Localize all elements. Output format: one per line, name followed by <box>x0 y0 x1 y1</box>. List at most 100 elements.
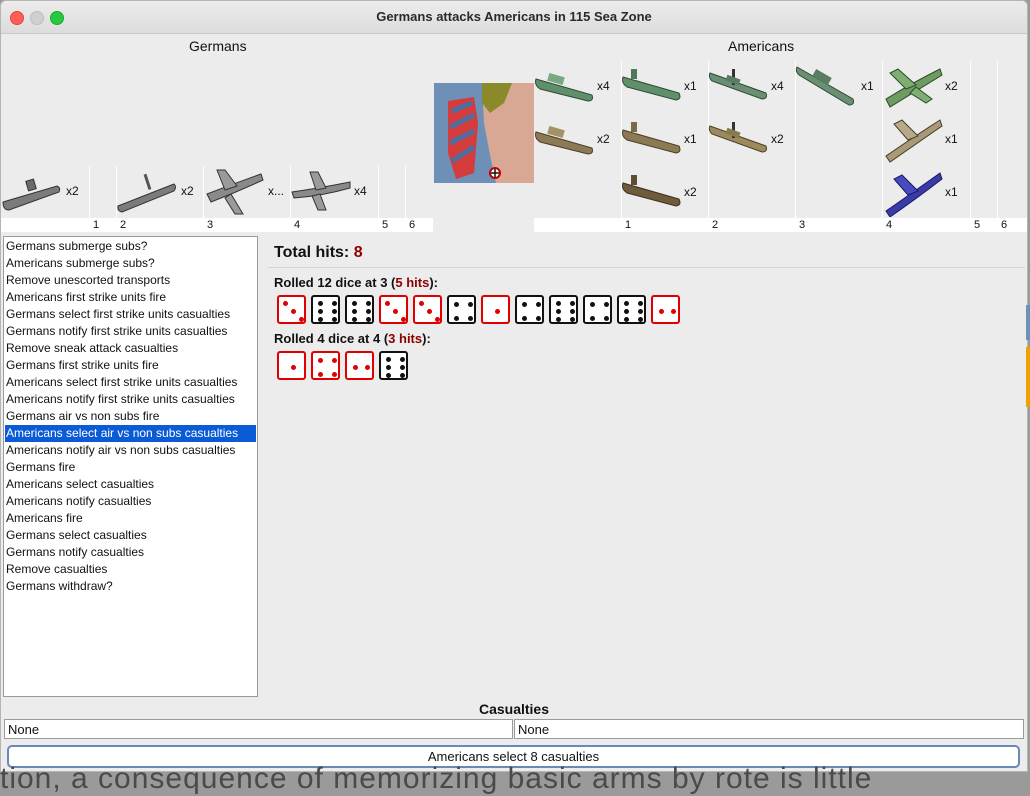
roll-summary: Rolled 4 dice at 4 (3 hits): <box>274 331 431 346</box>
defender-casualties: None <box>514 719 1024 739</box>
unit-count: x2 <box>945 79 958 93</box>
attacker-axis-label: 6 <box>409 219 416 231</box>
transport-ship-icon <box>535 72 593 102</box>
die-pip <box>399 372 405 378</box>
attacker-axis-label: 1 <box>93 219 100 231</box>
die-pip <box>392 308 398 314</box>
unit-count: x1 <box>945 132 958 146</box>
die-pip <box>603 301 609 307</box>
die-miss <box>583 295 612 324</box>
battle-step-item[interactable]: Germans withdraw? <box>6 578 113 595</box>
defender-unit-destroyer[interactable]: x2 <box>708 112 795 164</box>
battle-step-item[interactable]: Germans select casualties <box>6 527 147 544</box>
battle-step-item[interactable]: Remove unescorted transports <box>6 272 170 289</box>
attacker-unit-submarine[interactable]: x2 <box>1 164 89 216</box>
battle-step-item[interactable]: Americans first strike units fire <box>6 289 166 306</box>
die-pip <box>351 316 357 322</box>
fighter-plane-icon <box>885 172 943 218</box>
die-pip <box>384 300 390 306</box>
battle-step-item[interactable]: Americans submerge subs? <box>6 255 155 272</box>
destroyer-icon <box>708 69 767 100</box>
roll-suffix: ): <box>429 275 439 290</box>
defender-unit-battleship[interactable]: x1 <box>795 59 882 111</box>
defender-axis <box>534 218 1027 232</box>
attacker-unit-bomber[interactable]: x4 <box>290 164 378 216</box>
die-pip <box>426 308 432 314</box>
die-hit <box>311 351 340 380</box>
battle-step-item[interactable]: Germans fire <box>6 459 75 476</box>
unit-count: x1 <box>684 132 697 146</box>
die-pip <box>494 308 500 314</box>
die-pip <box>365 316 371 322</box>
die-pip <box>453 315 459 321</box>
axis-divider <box>970 61 971 232</box>
attacker-unit-fighter[interactable]: x... <box>203 164 290 216</box>
defender-unit-destroyer[interactable]: x4 <box>708 59 795 111</box>
battle-step-item[interactable]: Germans air vs non subs fire <box>6 408 159 425</box>
die-pip <box>569 308 575 314</box>
defender-unit-transport[interactable]: x2 <box>534 112 621 164</box>
total-hits-value: 8 <box>353 244 363 261</box>
battle-step-item[interactable]: Americans notify first strike units casu… <box>6 391 235 408</box>
battle-step-item[interactable]: Germans select first strike units casual… <box>6 306 230 323</box>
unit-count: x2 <box>181 184 194 198</box>
battle-step-item[interactable]: Germans notify first strike units casual… <box>6 323 227 340</box>
defender-unit-fighter[interactable]: x1 <box>882 112 970 164</box>
defender-unit-submarine[interactable]: x1 <box>621 59 708 111</box>
die-pip <box>637 316 643 322</box>
axis-divider <box>405 166 406 232</box>
defender-unit-submarine[interactable]: x1 <box>621 112 708 164</box>
battle-step-item[interactable]: Americans notify casualties <box>6 493 151 510</box>
die-hit <box>277 295 306 324</box>
die-pip <box>290 308 296 314</box>
die-miss <box>379 351 408 380</box>
die-pip <box>603 315 609 321</box>
battle-step-item[interactable]: Germans submerge subs? <box>6 238 147 255</box>
axis-divider <box>89 166 90 232</box>
defender-title: Americans <box>728 38 795 54</box>
battle-step-item[interactable]: Americans select casualties <box>6 476 154 493</box>
battle-step-item[interactable]: Americans notify air vs non subs casualt… <box>6 442 235 459</box>
die-pip <box>589 301 595 307</box>
die-hit <box>651 295 680 324</box>
total-hits-label: Total hits: <box>274 244 350 261</box>
die-pip <box>385 356 391 362</box>
battle-step-list[interactable]: Germans submerge subs? Americans submerge… <box>3 236 258 697</box>
die-pip <box>637 300 643 306</box>
die-pip <box>351 308 357 314</box>
die-pip <box>535 315 541 321</box>
die-pip <box>290 364 296 370</box>
casualties-title: Casualties <box>478 701 550 717</box>
die-pip <box>317 308 323 314</box>
defender-unit-transport[interactable]: x4 <box>534 59 621 111</box>
die-hit <box>345 351 374 380</box>
attacker-unit-submarine[interactable]: x2 <box>116 164 203 216</box>
defender-axis-label: 6 <box>1001 219 1008 231</box>
die-pip <box>351 300 357 306</box>
transport-ship-icon <box>535 125 593 155</box>
die-pip <box>434 316 440 322</box>
battle-step-item[interactable]: Germans notify casualties <box>6 544 144 561</box>
battle-step-item[interactable]: Americans select first strike units casu… <box>6 374 237 391</box>
bomber-plane-icon <box>291 171 351 211</box>
battle-step-item[interactable]: Germans first strike units fire <box>6 357 159 374</box>
unit-count: x... <box>268 184 285 198</box>
die-pip <box>317 316 323 322</box>
die-pip <box>637 308 643 314</box>
die-pip <box>555 300 561 306</box>
battle-step-item[interactable]: Americans select air vs non subs casualt… <box>5 425 256 442</box>
defender-unit-fighter[interactable]: x1 <box>882 165 970 218</box>
battle-step-item[interactable]: Remove sneak attack casualties <box>6 340 178 357</box>
unit-count: x1 <box>861 79 874 93</box>
defender-unit-fighter[interactable]: x2 <box>882 59 970 111</box>
battle-step-item[interactable]: Remove casualties <box>6 561 107 578</box>
fighter-plane-icon <box>885 119 943 163</box>
die-pip <box>535 301 541 307</box>
defender-unit-submarine[interactable]: x2 <box>621 165 708 217</box>
die-miss <box>617 295 646 324</box>
submarine-icon <box>622 175 681 207</box>
defender-axis-label: 2 <box>712 219 719 231</box>
defender-axis-label: 4 <box>886 219 893 231</box>
total-hits: Total hits: 8 <box>274 244 363 262</box>
battle-step-item[interactable]: Americans fire <box>6 510 83 527</box>
